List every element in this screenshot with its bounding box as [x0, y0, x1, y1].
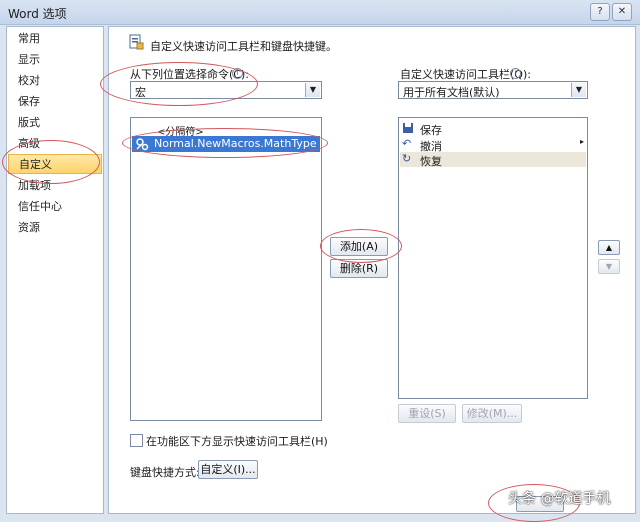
info-icon: i [232, 68, 243, 79]
redo-label: 恢复 [420, 155, 442, 168]
macro-icon [136, 138, 149, 151]
customize-keyboard-button[interactable]: 自定义(I)... [198, 460, 258, 479]
chevron-down-icon: ▼ [305, 83, 320, 97]
header-text: 自定义快速访问工具栏和键盘快捷键。 [150, 40, 337, 53]
nav-item-proofing[interactable]: 校对 [8, 71, 102, 91]
title-bar: Word 选项 ? ✕ [0, 0, 640, 25]
options-nav: 常用 显示 校对 保存 版式 高级 自定义 加载项 信任中心 资源 [6, 26, 104, 514]
move-down-button[interactable]: ▼ [598, 259, 620, 274]
watermark-text: 头条 @软道手机 [508, 491, 611, 507]
nav-item-resources[interactable]: 资源 [8, 218, 102, 238]
commands-list[interactable]: <分隔符> Normal.NewMacros.MathType [130, 117, 322, 421]
nav-item-addins[interactable]: 加载项 [8, 176, 102, 196]
nav-item-trust-center[interactable]: 信任中心 [8, 197, 102, 217]
info-icon: i [510, 68, 521, 79]
keyboard-shortcuts-label: 键盘快捷方式: [130, 466, 200, 479]
show-below-ribbon-checkbox[interactable] [130, 434, 143, 447]
toolbar-scope-select[interactable]: 用于所有文档(默认) ▼ [398, 81, 588, 99]
help-button[interactable]: ? [590, 3, 610, 21]
toolbar-scope-value: 用于所有文档(默认) [403, 86, 500, 99]
save-icon [403, 123, 413, 133]
nav-item-display[interactable]: 显示 [8, 50, 102, 70]
redo-icon: ↻ [402, 152, 412, 165]
remove-button[interactable]: 删除(R) [330, 259, 388, 278]
close-button[interactable]: ✕ [612, 3, 632, 21]
window-title: Word 选项 [8, 7, 67, 21]
nav-item-common[interactable]: 常用 [8, 29, 102, 49]
nav-item-customize[interactable]: 自定义 [8, 154, 102, 174]
list-item-undo[interactable]: ↶ 撤消 ▸ [400, 137, 586, 153]
modify-button[interactable]: 修改(M)... [462, 404, 522, 423]
nav-item-save[interactable]: 保存 [8, 92, 102, 112]
save-label: 保存 [420, 124, 442, 137]
chevron-right-icon: ▸ [579, 137, 584, 146]
list-item-redo[interactable]: ↻ 恢复 [400, 152, 586, 168]
nav-item-layout[interactable]: 版式 [8, 113, 102, 133]
chevron-down-icon: ▼ [571, 83, 586, 97]
move-up-button[interactable]: ▲ [598, 240, 620, 255]
reset-button[interactable]: 重设(S) [398, 404, 456, 423]
show-below-ribbon-label: 在功能区下方显示快速访问工具栏(H) [146, 435, 328, 448]
add-button[interactable]: 添加(A) >> [330, 237, 388, 270]
choose-commands-value: 宏 [135, 86, 146, 99]
macro-label: Normal.NewMacros.MathType [154, 137, 317, 150]
choose-commands-select[interactable]: 宏 ▼ [130, 81, 322, 99]
nav-item-advanced[interactable]: 高级 [8, 134, 102, 154]
customize-icon [128, 34, 144, 50]
toolbar-commands-list[interactable]: 保存 ↶ 撤消 ▸ ↻ 恢复 [398, 117, 588, 399]
list-item-save[interactable]: 保存 [400, 121, 586, 137]
list-item-macro[interactable]: Normal.NewMacros.MathType [132, 136, 320, 152]
undo-icon: ↶ [402, 137, 412, 150]
